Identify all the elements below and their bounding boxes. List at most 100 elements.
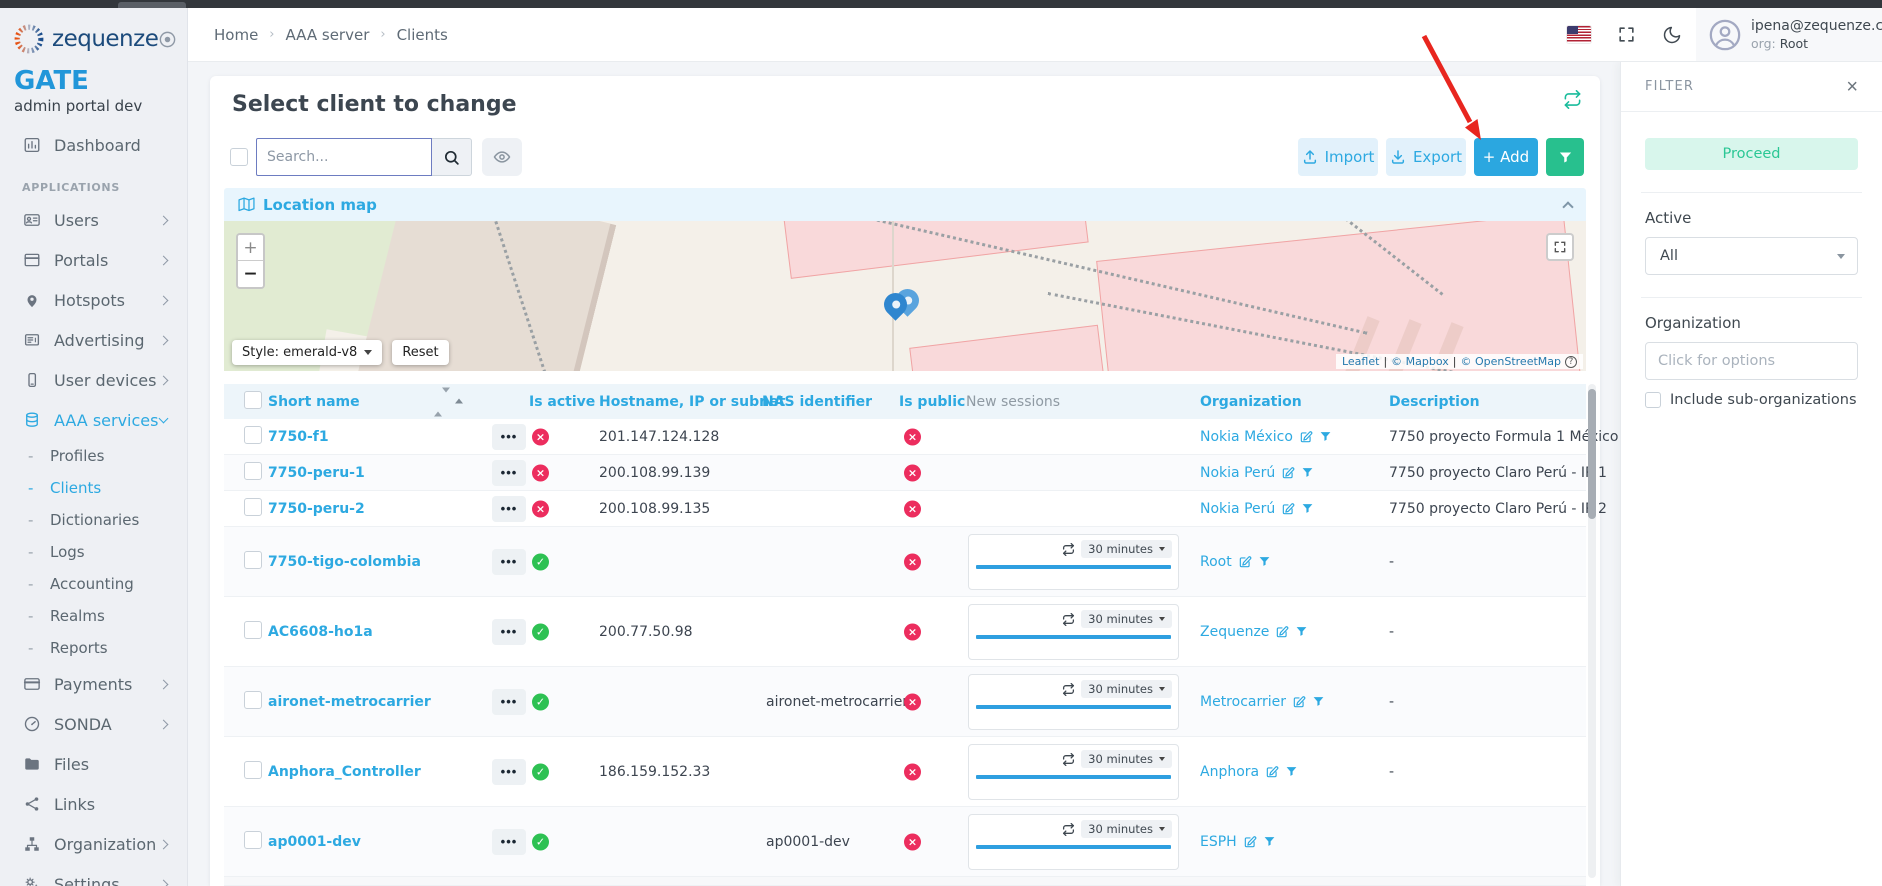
sidebar-item-files[interactable]: Files bbox=[0, 744, 187, 784]
proceed-button[interactable]: Proceed bbox=[1645, 138, 1858, 170]
client-name-link[interactable]: Anphora_Controller bbox=[268, 764, 421, 780]
filter-by-organization-icon[interactable] bbox=[1319, 430, 1332, 443]
session-interval-dropdown[interactable]: 30 minutes bbox=[1081, 820, 1172, 838]
edit-organization-icon[interactable] bbox=[1275, 625, 1289, 639]
sidebar-item-user-devices[interactable]: User devices bbox=[0, 360, 187, 400]
export-button[interactable]: Export bbox=[1386, 138, 1466, 176]
organization-link[interactable]: Zequenze bbox=[1200, 624, 1269, 640]
organization-filter-input[interactable] bbox=[1645, 342, 1858, 380]
organization-link[interactable]: Anphora bbox=[1200, 764, 1259, 780]
organization-link[interactable]: Root bbox=[1200, 554, 1232, 570]
sort-icons[interactable] bbox=[434, 392, 463, 411]
row-checkbox[interactable] bbox=[244, 831, 262, 853]
organization-link[interactable]: Nokia Perú bbox=[1200, 465, 1275, 481]
filter-by-organization-icon[interactable] bbox=[1312, 695, 1325, 708]
row-checkbox[interactable] bbox=[244, 621, 262, 643]
client-name-link[interactable]: 7750-f1 bbox=[268, 429, 329, 445]
edit-organization-icon[interactable] bbox=[1243, 835, 1257, 849]
row-checkbox[interactable] bbox=[244, 761, 262, 783]
session-refresh-icon[interactable] bbox=[1062, 823, 1075, 836]
sidebar-item-hotspots[interactable]: Hotspots bbox=[0, 280, 187, 320]
map-reset-button[interactable]: Reset bbox=[392, 340, 448, 365]
row-checkbox[interactable] bbox=[244, 498, 262, 520]
dark-mode-moon-icon[interactable] bbox=[1662, 25, 1682, 45]
sidebar-item-portals[interactable]: Portals bbox=[0, 240, 187, 280]
filter-by-organization-icon[interactable] bbox=[1301, 502, 1314, 515]
filter-by-organization-icon[interactable] bbox=[1263, 835, 1276, 848]
client-name-link[interactable]: 7750-peru-2 bbox=[268, 501, 365, 517]
edit-organization-icon[interactable] bbox=[1292, 695, 1306, 709]
edit-organization-icon[interactable] bbox=[1265, 765, 1279, 779]
fullscreen-icon[interactable] bbox=[1617, 25, 1636, 44]
row-checkbox[interactable] bbox=[244, 691, 262, 713]
organization-link[interactable]: ESPH bbox=[1200, 834, 1237, 850]
openstreetmap-link[interactable]: © OpenStreetMap bbox=[1460, 355, 1561, 368]
sidebar-item-settings[interactable]: Settings bbox=[0, 864, 187, 886]
sidebar-subitem-dictionaries[interactable]: -Dictionaries bbox=[0, 504, 187, 536]
column-header-is-public[interactable]: Is public bbox=[899, 394, 965, 410]
sidebar-subitem-accounting[interactable]: -Accounting bbox=[0, 568, 187, 600]
session-refresh-icon[interactable] bbox=[1062, 543, 1075, 556]
row-checkbox[interactable] bbox=[244, 551, 262, 573]
sidebar-subitem-profiles[interactable]: -Profiles bbox=[0, 440, 187, 472]
sidebar-item-aaa-services[interactable]: AAA services bbox=[0, 400, 187, 440]
sidebar-item-users[interactable]: Users bbox=[0, 200, 187, 240]
row-actions-button[interactable]: ••• bbox=[492, 424, 526, 450]
ellipsis-icon[interactable]: ••• bbox=[492, 829, 526, 855]
select-all-checkbox-toolbar[interactable] bbox=[230, 148, 248, 166]
sidebar-toggle-icon[interactable] bbox=[158, 30, 177, 49]
search-input[interactable] bbox=[256, 138, 432, 176]
location-map[interactable]: + − Style: emerald-v8 Reset Leaflet| © M… bbox=[224, 221, 1586, 371]
column-header-is-active[interactable]: Is active bbox=[529, 394, 595, 410]
row-actions-button[interactable]: ••• bbox=[492, 759, 526, 785]
column-header-description[interactable]: Description bbox=[1389, 394, 1480, 410]
ellipsis-icon[interactable]: ••• bbox=[492, 424, 526, 450]
session-refresh-icon[interactable] bbox=[1062, 683, 1075, 696]
row-actions-button[interactable]: ••• bbox=[492, 829, 526, 855]
client-name-link[interactable]: aironet-metrocarrier bbox=[268, 694, 431, 710]
edit-organization-icon[interactable] bbox=[1238, 555, 1252, 569]
collapse-map-icon[interactable] bbox=[1562, 201, 1573, 212]
sidebar-item-organization[interactable]: Organization bbox=[0, 824, 187, 864]
mapbox-link[interactable]: © Mapbox bbox=[1391, 355, 1449, 368]
client-name-link[interactable]: ap0001-dev bbox=[268, 834, 361, 850]
client-name-link[interactable]: AC6608-ho1a bbox=[268, 624, 373, 640]
map-fullscreen-button[interactable] bbox=[1546, 233, 1574, 261]
select-all-checkbox[interactable] bbox=[244, 391, 262, 409]
client-name-link[interactable]: 7750-tigo-colombia bbox=[268, 554, 421, 570]
sidebar-item-sonda[interactable]: SONDA bbox=[0, 704, 187, 744]
ellipsis-icon[interactable]: ••• bbox=[492, 759, 526, 785]
organization-link[interactable]: Metrocarrier bbox=[1200, 694, 1286, 710]
row-actions-button[interactable]: ••• bbox=[492, 619, 526, 645]
filter-by-organization-icon[interactable] bbox=[1301, 466, 1314, 479]
sidebar-item-dashboard[interactable]: Dashboard bbox=[0, 125, 187, 165]
map-style-dropdown[interactable]: Style: emerald-v8 bbox=[232, 340, 382, 365]
refresh-list-icon[interactable] bbox=[1562, 90, 1582, 110]
sidebar-item-links[interactable]: Links bbox=[0, 784, 187, 824]
ellipsis-icon[interactable]: ••• bbox=[492, 689, 526, 715]
row-actions-button[interactable]: ••• bbox=[492, 689, 526, 715]
column-header-short-name[interactable]: Short name bbox=[268, 394, 360, 410]
sidebar-subitem-reports[interactable]: -Reports bbox=[0, 632, 187, 664]
edit-organization-icon[interactable] bbox=[1281, 502, 1295, 516]
organization-link[interactable]: Nokia Perú bbox=[1200, 501, 1275, 517]
active-filter-select[interactable]: All bbox=[1645, 237, 1858, 275]
filter-by-organization-icon[interactable] bbox=[1285, 765, 1298, 778]
column-header-nas-identifier[interactable]: NAS identifier bbox=[762, 394, 872, 410]
row-checkbox[interactable] bbox=[244, 426, 262, 448]
include-sub-organizations-checkbox[interactable] bbox=[1645, 392, 1661, 408]
visibility-toggle-button[interactable] bbox=[482, 138, 522, 176]
breadcrumb-home[interactable]: Home bbox=[214, 26, 258, 44]
filter-by-organization-icon[interactable] bbox=[1295, 625, 1308, 638]
sidebar-subitem-clients[interactable]: -Clients bbox=[0, 472, 187, 504]
session-interval-dropdown[interactable]: 30 minutes bbox=[1081, 680, 1172, 698]
leaflet-link[interactable]: Leaflet bbox=[1342, 355, 1379, 368]
sidebar-item-payments[interactable]: Payments bbox=[0, 664, 187, 704]
import-button[interactable]: Import bbox=[1298, 138, 1378, 176]
edit-organization-icon[interactable] bbox=[1281, 466, 1295, 480]
add-button[interactable]: + Add bbox=[1474, 138, 1538, 176]
ellipsis-icon[interactable]: ••• bbox=[492, 496, 526, 522]
sidebar-item-advertising[interactable]: Advertising bbox=[0, 320, 187, 360]
session-refresh-icon[interactable] bbox=[1062, 753, 1075, 766]
search-button[interactable] bbox=[432, 138, 472, 176]
